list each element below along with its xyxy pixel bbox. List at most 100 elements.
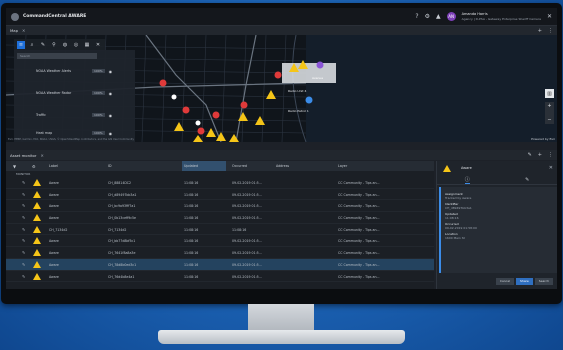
row-edit-icon[interactable]: ✎ [22,250,25,255]
zoom-out-icon[interactable]: − [547,117,551,123]
visibility-icon[interactable]: ◉ [109,131,113,136]
visibility-icon[interactable]: ◉ [109,69,113,74]
monitor-stand-base [158,330,405,344]
edit-icon[interactable]: ✎ [528,152,532,158]
row-edit-icon[interactable]: ✎ [22,203,25,208]
cell-label: Aware [49,204,59,209]
cell-layer: CC Community - Tips an... [338,181,380,185]
table-row[interactable]: ✎ CH_7134d2 CH_7134d2 11:08:16 11:08:16 CC Co… [6,224,434,236]
draw-icon[interactable]: ✎ [39,41,47,49]
column-header[interactable]: Address [276,164,289,168]
column-header[interactable]: Label [49,164,58,168]
cell-occurred: 09-02-2019 01:5... [232,262,262,267]
cell-layer: CC Community - Tips an... [338,227,380,232]
field-value: CH_d89497bb3a1 [445,206,472,210]
search-button[interactable]: Search [534,278,553,285]
map-tab[interactable]: Map [10,28,18,33]
layer-row[interactable]: Heat map 100% ◉ [18,128,132,138]
close-icon[interactable]: ✕ [549,165,553,171]
gear-icon[interactable]: ⚙ [425,13,430,20]
row-edit-icon[interactable]: ✎ [22,227,25,232]
cell-layer: CC Community - Tips an... [338,239,380,244]
app-logo [11,12,19,21]
user-info[interactable]: Amanda Harris Agency | D-PSA - Gateway E… [462,12,541,22]
table-row[interactable]: ✎ Aware CH_88814DC2 11:08:16 09-02-2019 01:5… [6,177,434,189]
asset-monitor-close-icon[interactable]: ✕ [40,153,43,158]
column-header[interactable]: ID [108,164,112,168]
layer-name: NOAA Weather Alerts [36,69,72,73]
cell-layer: CC Community - Tips an... [338,216,380,221]
visibility-icon[interactable]: ◉ [109,113,113,118]
layer-opacity[interactable]: 100% [92,91,105,95]
cell-occurred: 09-02-2019 01:5... [232,251,262,256]
table-row[interactable]: ✎ Aware CH_78d8b0ed3c1 11:08:16 09-02-2019 0… [6,258,434,271]
column-header[interactable]: Layer [338,164,347,168]
field-value: Tracked by Aware [445,196,472,200]
tab-info-icon[interactable]: ⓘ [464,176,470,184]
close-icon[interactable]: ✕ [94,41,102,49]
add-panel-icon[interactable]: + [538,152,542,158]
asset-monitor-header: Asset monitor ✕ ✎ + ⋮ [6,150,557,160]
row-edit-icon[interactable]: ✎ [22,180,25,185]
more-icon[interactable]: ⋮ [548,152,553,158]
visibility-icon[interactable]: ◉ [109,91,113,96]
tab-edit-icon[interactable]: ✎ [525,177,529,183]
row-edit-icon[interactable]: ✎ [22,192,25,197]
detail-header: Aware ✕ [437,161,557,175]
asset-monitor-tab[interactable]: Asset monitor [10,153,36,158]
table-row[interactable]: ✎ Aware CH_7641f8a8a3e 11:08:16 09-02-2019 0… [6,247,434,259]
layer-row[interactable]: NOAA Weather Alerts 100% ◉ [18,66,132,76]
cell-layer: CC Community - Tips an... [338,251,380,256]
table-row[interactable]: ✎ Aware CH_d89497bb3a1 11:08:16 09-02-2019 0… [6,189,434,201]
search-icon[interactable]: ⌕ [28,41,36,49]
row-edit-icon[interactable]: ✎ [22,262,25,267]
layer-opacity[interactable]: 100% [92,131,105,135]
row-edit-icon[interactable]: ✎ [22,215,25,220]
filter-icon[interactable]: ▼ [13,164,16,169]
more-icon[interactable]: ⋮ [548,28,553,34]
cell-label: Aware [49,216,59,221]
share-button[interactable]: Share [516,278,533,285]
row-edit-icon[interactable]: ✎ [22,274,25,279]
map-layers-button[interactable]: ▥ [545,89,554,98]
table-row[interactable]: ✎ Aware CH_bb77d8bf5c1 11:08:16 09-02-2019 0… [6,235,434,248]
map-attribution: Esri, HERE, Garmin, FAO, NOAA, USGS, © O… [8,138,134,141]
zoom-control[interactable]: + − [545,102,554,124]
cancel-button[interactable]: Cancel [495,278,515,285]
row-edit-icon[interactable]: ✎ [22,238,25,243]
layers-icon[interactable]: ≡ [17,41,25,49]
bell-icon[interactable]: ▲ [436,13,441,20]
settings-icon[interactable]: ⚙ [32,164,36,169]
field-value: 09-02-2019 01:58:00 [445,226,477,230]
table-row[interactable]: ✎ Aware CH_0b13ceff9c5e 11:08:16 09-02-2019 … [6,212,434,224]
map-view[interactable]: ≡ ⌕ ✎ ⚲ ◍ ◎ ▦ ✕ Search NOAA Weather Aler… [6,35,557,142]
calendar-icon[interactable]: ▦ [83,41,91,49]
table-row[interactable]: ✎ Aware CH_bc9a93fff7a1 11:08:16 09-02-2019 … [6,200,434,213]
cell-updated: 11:08:16 [184,216,199,221]
add-panel-icon[interactable]: + [538,28,542,34]
layer-row[interactable]: Traffic 100% ◉ [18,110,132,120]
help-icon[interactable]: ? [415,13,418,20]
pin-icon[interactable]: ⚲ [50,41,58,49]
layer-row[interactable]: NOAA Weather Radar 100% ◉ [18,88,132,98]
map-tab-close-icon[interactable]: ✕ [22,28,25,33]
map-panel-header: Map ✕ + ⋮ [6,26,557,35]
column-header-sorted[interactable]: Updated [182,161,226,171]
zoom-in-icon[interactable]: + [547,103,551,109]
layer-opacity[interactable]: 100% [92,69,105,73]
user-avatar[interactable]: AN [446,12,456,21]
column-header[interactable]: Occurred [232,164,247,168]
window-close-icon[interactable]: ✕ [547,13,552,20]
layer-opacity[interactable]: 100% [92,113,105,117]
detail-tabs: ⓘ ✎ [437,175,557,185]
layer-search-input[interactable]: Search [17,53,97,59]
detail-title: Aware [461,166,472,170]
bulb-icon[interactable]: ◍ [61,41,69,49]
detail-actions: Cancel Share Search [495,278,553,285]
map-label: Avenue [312,76,324,80]
table-row[interactable]: ✎ Aware CH_76d4b8e4a1 11:08:16 09-02-2019 01… [6,271,434,283]
target-icon[interactable]: ◎ [72,41,80,49]
cell-id: CH_d89497bb3a1 [108,192,137,197]
cell-updated: 11:08:16 [184,181,199,185]
cell-occurred: 09-02-2019 01:5... [232,239,262,244]
